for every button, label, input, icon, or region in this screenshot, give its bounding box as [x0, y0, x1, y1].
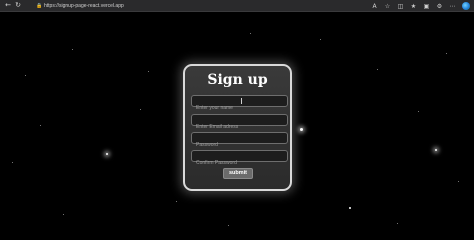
star — [418, 111, 419, 112]
star — [40, 125, 41, 126]
address-bar[interactable]: 🔒 https://signup-page-react.vercel.app — [36, 2, 366, 10]
star — [176, 201, 177, 202]
split-screen-icon[interactable]: ◫ — [397, 3, 404, 10]
star — [140, 109, 141, 110]
back-arrow-icon[interactable]: ← — [3, 1, 13, 11]
password-input[interactable] — [192, 140, 287, 150]
read-aloud-icon[interactable]: A — [371, 3, 378, 10]
more-options-icon[interactable]: ⋯ — [449, 3, 456, 10]
email-input[interactable] — [192, 122, 287, 132]
url-text: https://signup-page-react.vercel.app — [44, 3, 124, 9]
text-cursor-icon — [241, 98, 242, 104]
email-field[interactable] — [191, 114, 288, 132]
star — [228, 225, 229, 226]
password-field[interactable] — [191, 132, 288, 150]
name-input[interactable] — [192, 103, 287, 113]
star — [435, 149, 437, 151]
star — [320, 39, 321, 40]
extensions-icon[interactable]: ⚙ — [436, 3, 443, 10]
star — [12, 162, 13, 163]
collections-icon[interactable]: ▣ — [423, 3, 430, 10]
star — [446, 53, 447, 54]
name-field[interactable] — [191, 95, 288, 113]
star — [397, 223, 398, 224]
star — [250, 33, 251, 34]
star — [300, 128, 303, 131]
star — [458, 181, 459, 182]
toolbar-actions: A ☆ ◫ ★ ▣ ⚙ ⋯ — [371, 1, 470, 11]
star — [377, 69, 378, 70]
favorite-star-icon[interactable]: ☆ — [384, 3, 391, 10]
lock-icon: 🔒 — [36, 3, 43, 9]
form-title: Sign up — [207, 72, 268, 88]
signup-form-card: Sign up submit — [183, 64, 292, 191]
edge-copilot-icon[interactable] — [462, 2, 470, 10]
star — [148, 71, 149, 72]
star — [349, 207, 351, 209]
confirm-password-input[interactable] — [192, 158, 287, 168]
star — [25, 75, 26, 76]
favorites-icon[interactable]: ★ — [410, 3, 417, 10]
confirm-password-field[interactable] — [191, 150, 288, 168]
submit-button[interactable]: submit — [223, 168, 253, 179]
refresh-icon[interactable]: ↻ — [13, 1, 23, 11]
star — [72, 49, 73, 50]
browser-toolbar: ← ↻ 🔒 https://signup-page-react.vercel.a… — [0, 0, 474, 12]
star — [63, 214, 64, 215]
star — [106, 153, 108, 155]
